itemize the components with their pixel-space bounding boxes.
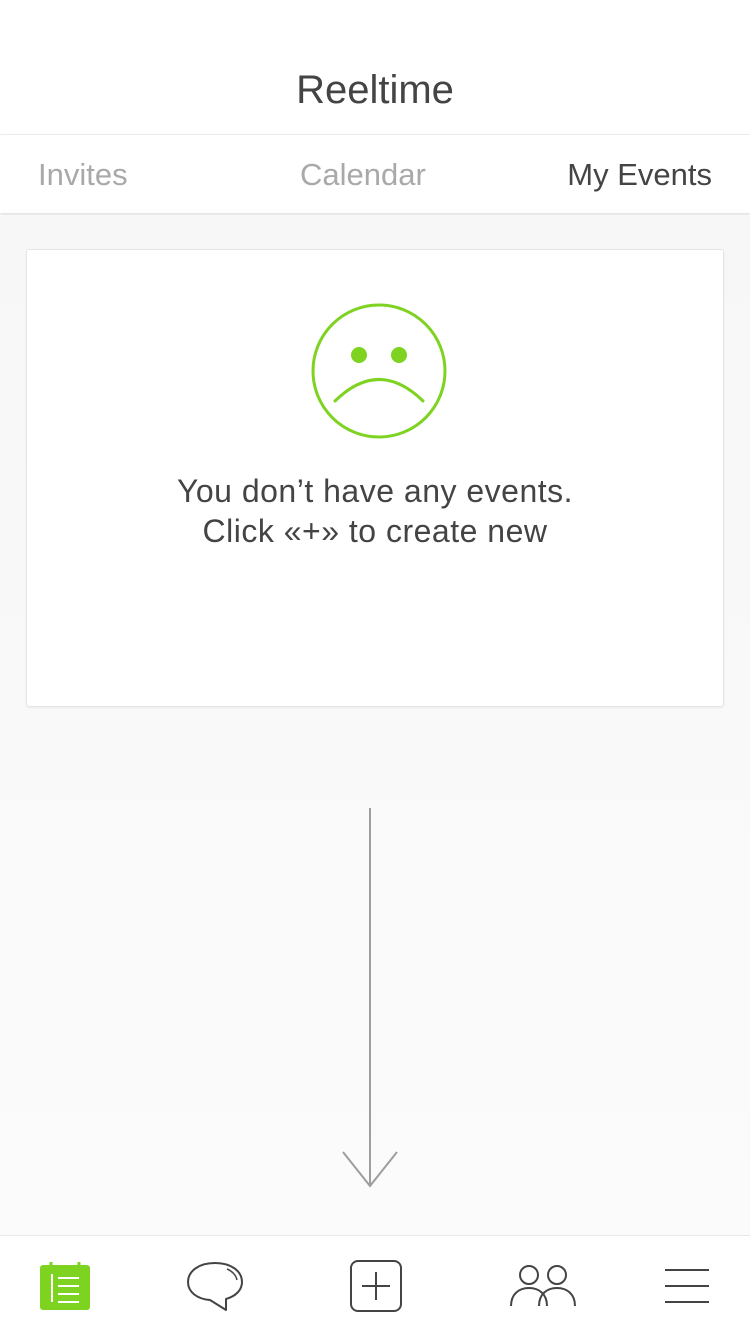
tabbar-events-button[interactable]: [10, 1236, 120, 1335]
friends-icon: [510, 1264, 576, 1306]
chat-bubble-icon: [187, 1261, 243, 1311]
sad-face-icon: [311, 303, 447, 439]
bottom-tab-bar: [0, 1235, 750, 1335]
menu-icon: [665, 1268, 709, 1303]
arrow-down-icon: [342, 808, 398, 1188]
tabbar-menu-button[interactable]: [632, 1236, 742, 1335]
tab-my-events[interactable]: My Events: [567, 155, 712, 195]
tab-invites[interactable]: Invites: [38, 155, 128, 195]
empty-state-hint: Click «+» to create new: [202, 513, 548, 549]
tabbar-chat-button[interactable]: [160, 1236, 270, 1335]
add-square-icon: [350, 1259, 402, 1312]
app-title: Reeltime: [296, 68, 454, 112]
empty-state-card: You don’t have any events. Click «+» to …: [26, 249, 724, 707]
segment-tabs: Invites Calendar My Events: [0, 135, 750, 213]
tabbar-friends-button[interactable]: [488, 1236, 598, 1335]
app-header: Reeltime: [0, 0, 750, 135]
tabbar-add-event-button[interactable]: [321, 1236, 431, 1335]
empty-state-message: You don’t have any events.: [176, 473, 574, 509]
events-content: You don’t have any events. Click «+» to …: [0, 215, 750, 1235]
events-list-icon: [40, 1261, 90, 1310]
tab-calendar[interactable]: Calendar: [300, 155, 426, 195]
